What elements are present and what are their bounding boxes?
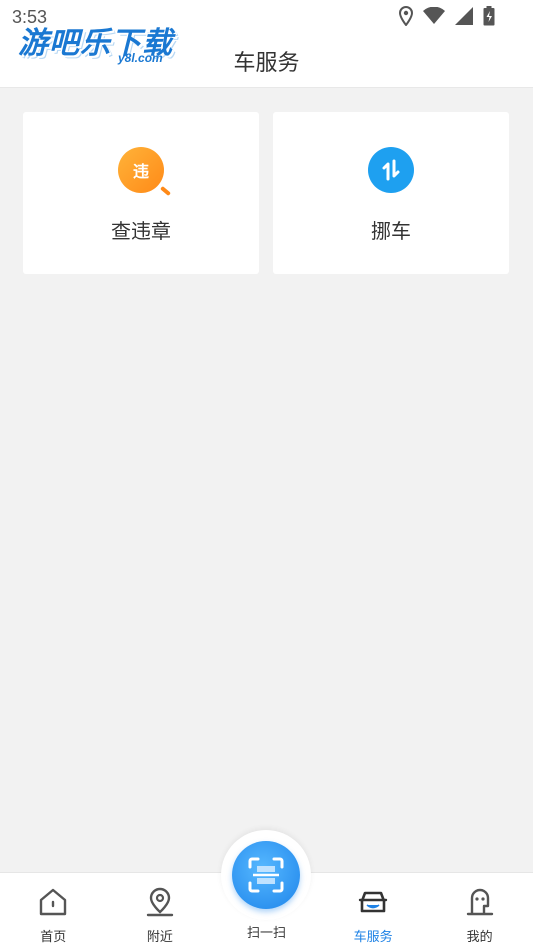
scan-icon <box>232 841 300 909</box>
swap-arrows-icon <box>382 159 400 181</box>
nav-label: 车服务 <box>353 930 393 945</box>
violation-icon-text: 违 <box>132 162 149 181</box>
nav-label: 扫一扫 <box>246 926 286 941</box>
violation-search-icon: 违 <box>118 147 171 197</box>
scan-button[interactable] <box>221 830 311 920</box>
move-car-card[interactable]: 挪车 <box>273 112 509 274</box>
violation-query-card[interactable]: 违 查违章 <box>23 112 259 274</box>
magnifier-handle <box>160 185 171 197</box>
car-icon <box>356 885 390 919</box>
wifi-icon <box>423 7 445 24</box>
service-grid: 违 查违章 挪车 <box>23 112 510 274</box>
move-car-icon <box>368 147 414 193</box>
nav-home[interactable]: 首页 <box>0 873 107 948</box>
nav-mine[interactable]: 我的 <box>426 873 533 948</box>
battery-icon <box>483 6 495 26</box>
header-bar: 3:53 游吧乐下载 y8l.com 车服务 <box>0 0 533 88</box>
location-pin-icon <box>143 885 177 919</box>
nav-nearby[interactable]: 附近 <box>107 873 214 948</box>
page-title: 车服务 <box>233 51 300 76</box>
nav-label: 我的 <box>466 930 493 945</box>
status-icons <box>399 6 495 26</box>
signal-icon <box>455 7 473 25</box>
nav-label: 首页 <box>40 930 67 945</box>
service-label: 挪车 <box>371 219 411 243</box>
service-label: 查违章 <box>111 219 171 243</box>
location-icon <box>399 6 413 26</box>
nav-car-service[interactable]: 车服务 <box>320 873 427 948</box>
nav-label: 附近 <box>146 930 173 945</box>
home-icon <box>36 885 70 919</box>
user-icon <box>463 885 497 919</box>
